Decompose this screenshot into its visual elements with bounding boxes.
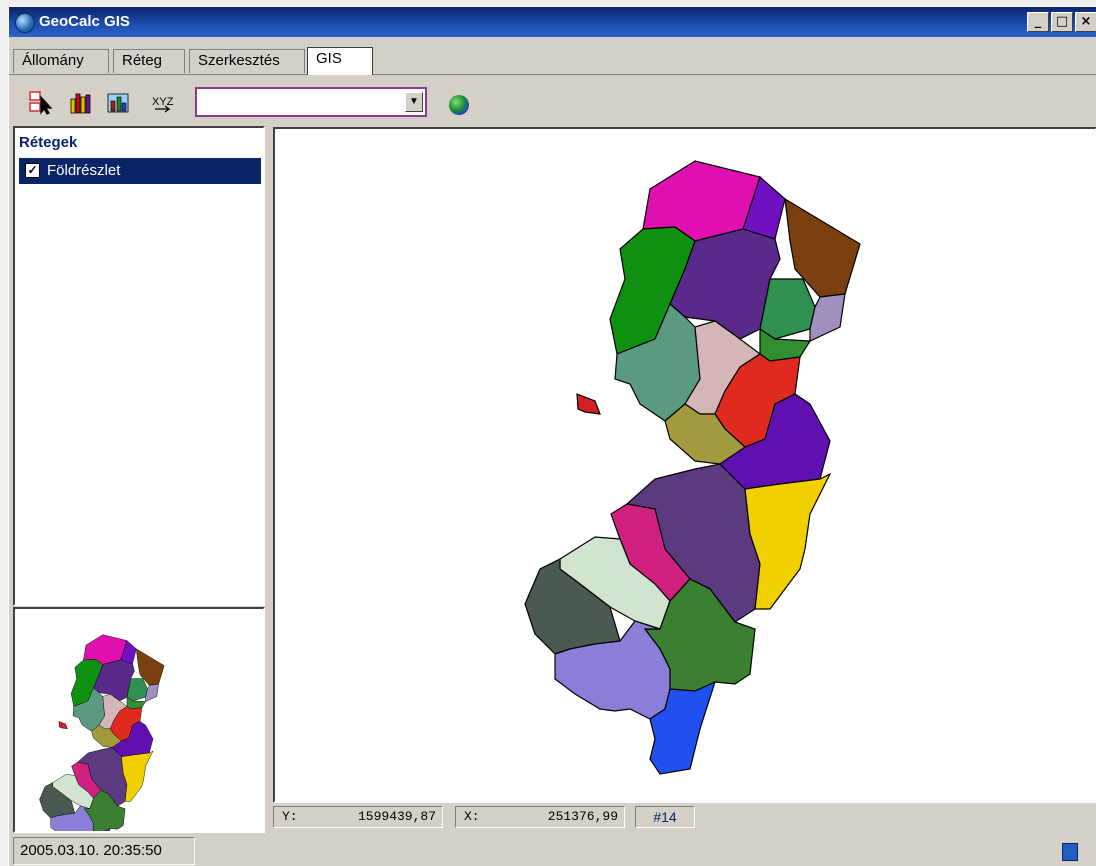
- main-map[interactable]: [273, 127, 1096, 803]
- xyz-icon[interactable]: XYZ: [149, 91, 177, 115]
- globe-icon[interactable]: [449, 95, 469, 115]
- select-arrow-icon[interactable]: [29, 91, 53, 115]
- layer-visibility-checkbox[interactable]: ✓: [25, 163, 40, 178]
- x-label: X:: [464, 809, 480, 824]
- bar-chart-icon[interactable]: [69, 91, 93, 115]
- tab-bar: Állomány Réteg Szerkesztés GIS: [9, 47, 1096, 75]
- tab-gis[interactable]: GIS: [307, 47, 373, 75]
- tab-allomany[interactable]: Állomány: [13, 49, 109, 73]
- overview-map[interactable]: [13, 607, 265, 863]
- xyz-label: XYZ: [152, 96, 174, 108]
- layers-title: Rétegek: [19, 134, 78, 151]
- tab-reteg[interactable]: Réteg: [113, 49, 185, 73]
- app-globe-icon: [15, 13, 35, 33]
- feature-count: #14: [635, 806, 695, 828]
- y-value: 1599439,87: [357, 809, 436, 824]
- x-coordinate-field: X: 251376,99: [455, 806, 625, 828]
- layer-label: Földrészlet: [47, 162, 121, 179]
- x-value: 251376,99: [547, 809, 618, 824]
- map-region[interactable]: [58, 721, 68, 730]
- tab-szerkesztes[interactable]: Szerkesztés: [189, 49, 305, 73]
- map-region[interactable]: [121, 750, 154, 802]
- overview-map-canvas[interactable]: [15, 609, 263, 863]
- map-region[interactable]: [759, 278, 816, 340]
- app-window: GeoCalc GIS _ □ × Állomány Réteg Szerkes…: [8, 6, 1096, 866]
- map-canvas[interactable]: [275, 129, 1095, 801]
- minimize-button[interactable]: _: [1027, 12, 1049, 32]
- map-region[interactable]: [126, 678, 148, 702]
- map-region[interactable]: [809, 293, 846, 342]
- title-bar[interactable]: GeoCalc GIS _ □ ×: [9, 7, 1096, 37]
- map-region[interactable]: [576, 393, 601, 415]
- map-region[interactable]: [744, 472, 832, 610]
- close-button[interactable]: ×: [1075, 12, 1096, 32]
- maximize-button[interactable]: □: [1051, 12, 1073, 32]
- chevron-down-icon[interactable]: ▼: [405, 92, 423, 112]
- y-coordinate-field: Y: 1599439,87: [273, 806, 443, 828]
- window-title: GeoCalc GIS: [39, 13, 130, 30]
- datetime-field: 2005.03.10. 20:35:50: [13, 837, 195, 865]
- exit-icon[interactable]: [1062, 843, 1078, 861]
- y-label: Y:: [282, 809, 298, 824]
- chart-map-icon[interactable]: [107, 91, 131, 115]
- toolbar: XYZ ▼: [9, 83, 1096, 121]
- layer-combo[interactable]: ▼: [195, 87, 427, 117]
- layer-item-foldreszlet[interactable]: ✓ Földrészlet: [19, 158, 261, 184]
- map-region[interactable]: [145, 683, 159, 702]
- layers-panel: Rétegek ✓ Földrészlet: [13, 126, 265, 606]
